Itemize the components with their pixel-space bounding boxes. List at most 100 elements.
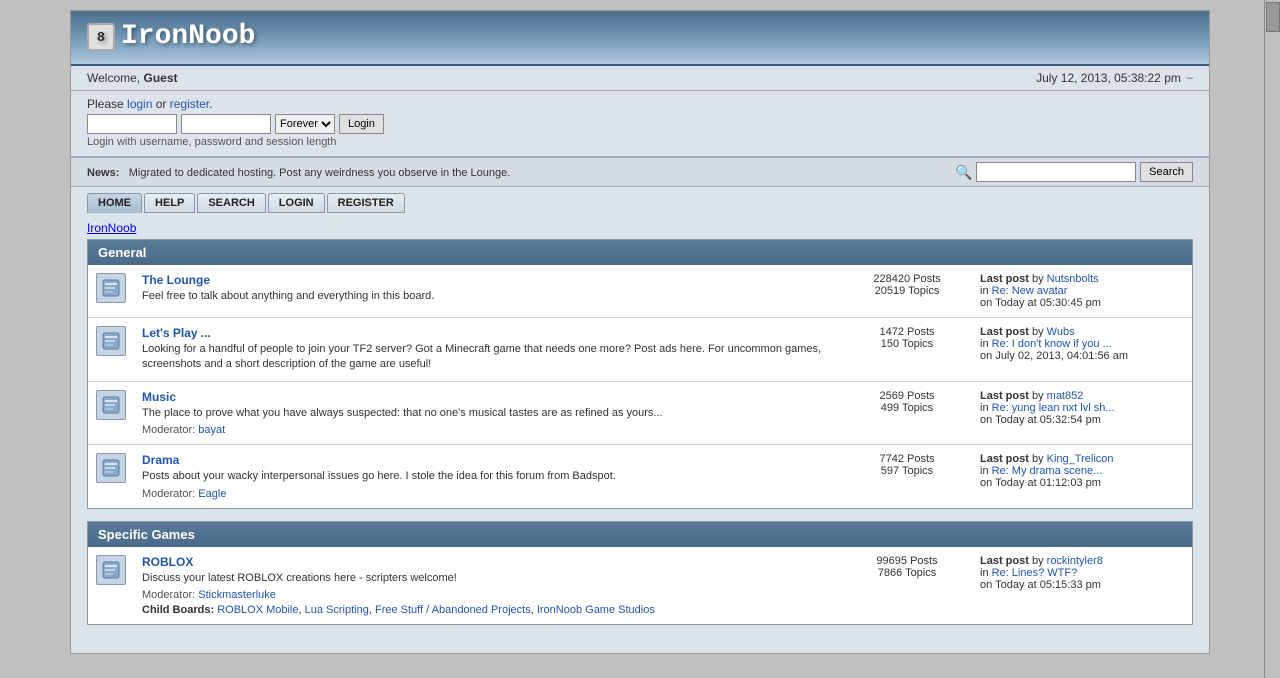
forum-info-letsplay: Let's Play ... Looking for a handful of … (134, 318, 842, 382)
forum-info-lounge: The Lounge Feel free to talk about anyth… (134, 265, 842, 318)
forum-desc-letsplay: Looking for a handful of people to join … (142, 342, 834, 373)
session-select[interactable]: Forever (275, 114, 335, 134)
lastpost-thread-roblox[interactable]: Re: Lines? WTF? (992, 567, 1078, 579)
table-row: The Lounge Feel free to talk about anyth… (88, 265, 1192, 318)
table-row: ROBLOX Discuss your latest ROBLOX creati… (88, 547, 1192, 624)
datetime: July 12, 2013, 05:38:22 pm (1036, 71, 1181, 85)
category-specific-games-header: Specific Games (88, 522, 1192, 547)
moderator-link-music[interactable]: bayat (198, 424, 225, 436)
or-text: or (156, 97, 170, 111)
news-text: Migrated to dedicated hosting. Post any … (129, 167, 511, 179)
board-icon (96, 390, 126, 420)
child-boards-roblox: Child Boards: ROBLOX Mobile, Lua Scripti… (142, 604, 834, 616)
table-row: Let's Play ... Looking for a handful of … (88, 318, 1192, 382)
forum-info-roblox: ROBLOX Discuss your latest ROBLOX creati… (134, 547, 842, 624)
stats-letsplay: 1472 Posts 150 Topics (842, 318, 972, 382)
scrollbar[interactable] (1264, 0, 1280, 678)
logo-icon: 8 (87, 23, 115, 51)
login-prompt: Please (87, 97, 124, 111)
forum-name-drama[interactable]: Drama (142, 453, 179, 467)
session-note: Login with username, password and sessio… (87, 136, 1193, 148)
table-row: Music The place to prove what you have a… (88, 381, 1192, 444)
child-board-free-stuff[interactable]: Free Stuff / Abandoned Projects (375, 604, 531, 616)
register-link[interactable]: register (170, 97, 209, 111)
lastpost-lounge: Last post by Nutsnbolts in Re: New avata… (972, 265, 1192, 318)
nav-tab-register[interactable]: REGISTER (327, 193, 405, 213)
lastpost-user-drama[interactable]: King_Trelicon (1047, 453, 1114, 465)
search-button[interactable]: Search (1140, 162, 1193, 182)
lastpost-user-music[interactable]: mat852 (1047, 390, 1084, 402)
lastpost-user-letsplay[interactable]: Wubs (1047, 326, 1075, 338)
username-input[interactable] (87, 114, 177, 134)
lastpost-drama: Last post by King_Trelicon in Re: My dra… (972, 445, 1192, 508)
login-area: Please login or register. Forever Login … (71, 91, 1209, 157)
login-button[interactable]: Login (339, 114, 384, 134)
forum-info-drama: Drama Posts about your wacky interperson… (134, 445, 842, 508)
icon-cell (88, 445, 134, 508)
lastpost-thread-letsplay[interactable]: Re: I don't know if you ... (992, 338, 1112, 350)
icon-cell (88, 265, 134, 318)
stats-lounge: 228420 Posts 20519 Topics (842, 265, 972, 318)
news-label: News: (87, 167, 119, 179)
forum-info-music: Music The place to prove what you have a… (134, 381, 842, 444)
moderator-music: Moderator: bayat (142, 424, 834, 436)
forum-name-letsplay[interactable]: Let's Play ... (142, 326, 211, 340)
news-bar: News: Migrated to dedicated hosting. Pos… (71, 157, 1209, 187)
forum-desc-lounge: Feel free to talk about anything and eve… (142, 289, 834, 304)
moderator-drama: Moderator: Eagle (142, 488, 834, 500)
scrollbar-thumb[interactable] (1266, 2, 1280, 32)
site-header: 8 IronNoob (71, 11, 1209, 66)
lastpost-letsplay: Last post by Wubs in Re: I don't know if… (972, 318, 1192, 382)
password-input[interactable] (181, 114, 271, 134)
forum-name-lounge[interactable]: The Lounge (142, 273, 210, 287)
forum-content: General The Lounge Feel free to talk abo… (71, 239, 1209, 653)
login-link[interactable]: login (127, 97, 152, 111)
lastpost-thread-music[interactable]: Re: yung lean nxt lvl sh... (992, 402, 1115, 414)
nav-bar: HOME HELP SEARCH LOGIN REGISTER (71, 187, 1209, 217)
board-icon (96, 555, 126, 585)
forum-name-roblox[interactable]: ROBLOX (142, 555, 193, 569)
lastpost-user-roblox[interactable]: rockintyler8 (1047, 555, 1103, 567)
search-input[interactable] (976, 162, 1136, 182)
category-general: General The Lounge Feel free to talk abo… (87, 239, 1193, 509)
forum-desc-music: The place to prove what you have always … (142, 406, 834, 421)
board-icon (96, 273, 126, 303)
minimize-button[interactable]: – (1187, 72, 1193, 84)
breadcrumb-link[interactable]: IronNoob (87, 221, 136, 235)
username: Guest (143, 71, 177, 85)
nav-tab-help[interactable]: HELP (144, 193, 195, 213)
board-icon (96, 453, 126, 483)
lastpost-user-lounge[interactable]: Nutsnbolts (1047, 273, 1099, 285)
lastpost-thread-lounge[interactable]: Re: New avatar (992, 285, 1068, 297)
lastpost-thread-drama[interactable]: Re: My drama scene... (992, 465, 1103, 477)
child-board-lua-scripting[interactable]: Lua Scripting (305, 604, 369, 616)
forum-name-music[interactable]: Music (142, 390, 176, 404)
welcome-bar: Welcome, Guest July 12, 2013, 05:38:22 p… (71, 66, 1209, 91)
category-general-header: General (88, 240, 1192, 265)
search-magnifier-icon: 🔍 (956, 164, 972, 180)
stats-roblox: 99695 Posts 7866 Topics (842, 547, 972, 624)
forum-desc-roblox: Discuss your latest ROBLOX creations her… (142, 571, 834, 586)
moderator-link-drama[interactable]: Eagle (198, 488, 226, 500)
nav-tabs: HOME HELP SEARCH LOGIN REGISTER (87, 193, 1193, 213)
search-area: 🔍 Search (956, 162, 1193, 182)
icon-cell (88, 318, 134, 382)
forum-table-general: The Lounge Feel free to talk about anyth… (88, 265, 1192, 508)
nav-tab-home[interactable]: HOME (87, 193, 142, 213)
child-board-ironnoob-game-studios[interactable]: IronNoob Game Studios (537, 604, 655, 616)
breadcrumb: IronNoob (71, 217, 1209, 239)
stats-drama: 7742 Posts 597 Topics (842, 445, 972, 508)
site-title: 8 IronNoob (87, 21, 1193, 52)
forum-table-specific-games: ROBLOX Discuss your latest ROBLOX creati… (88, 547, 1192, 624)
icon-cell (88, 547, 134, 624)
moderator-roblox: Moderator: Stickmasterluke (142, 589, 834, 601)
login-form: Forever Login (87, 114, 1193, 134)
child-board-roblox-mobile[interactable]: ROBLOX Mobile (217, 604, 298, 616)
nav-tab-login[interactable]: LOGIN (268, 193, 325, 213)
board-icon (96, 326, 126, 356)
lastpost-roblox: Last post by rockintyler8 in Re: Lines? … (972, 547, 1192, 624)
stats-music: 2569 Posts 499 Topics (842, 381, 972, 444)
nav-tab-search[interactable]: SEARCH (197, 193, 265, 213)
lastpost-music: Last post by mat852 in Re: yung lean nxt… (972, 381, 1192, 444)
moderator-link-roblox[interactable]: Stickmasterluke (198, 589, 276, 601)
